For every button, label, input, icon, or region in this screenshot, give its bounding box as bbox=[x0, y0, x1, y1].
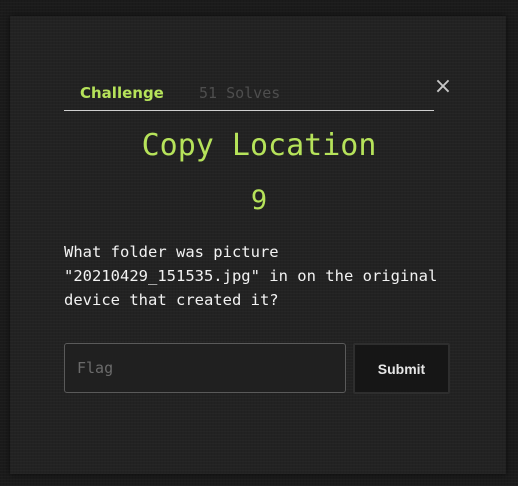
close-icon[interactable]: × bbox=[432, 76, 454, 98]
challenge-tabs: Challenge 51 Solves bbox=[64, 80, 434, 111]
tab-challenge[interactable]: Challenge bbox=[80, 84, 164, 102]
tab-solves[interactable]: 51 Solves bbox=[199, 84, 280, 102]
flag-input[interactable] bbox=[64, 343, 346, 393]
challenge-title: Copy Location bbox=[141, 128, 377, 163]
challenge-points: 9 bbox=[250, 185, 268, 216]
challenge-description: What folder was picture "20210429_151535… bbox=[64, 243, 438, 309]
submit-button[interactable]: Submit bbox=[353, 343, 450, 394]
